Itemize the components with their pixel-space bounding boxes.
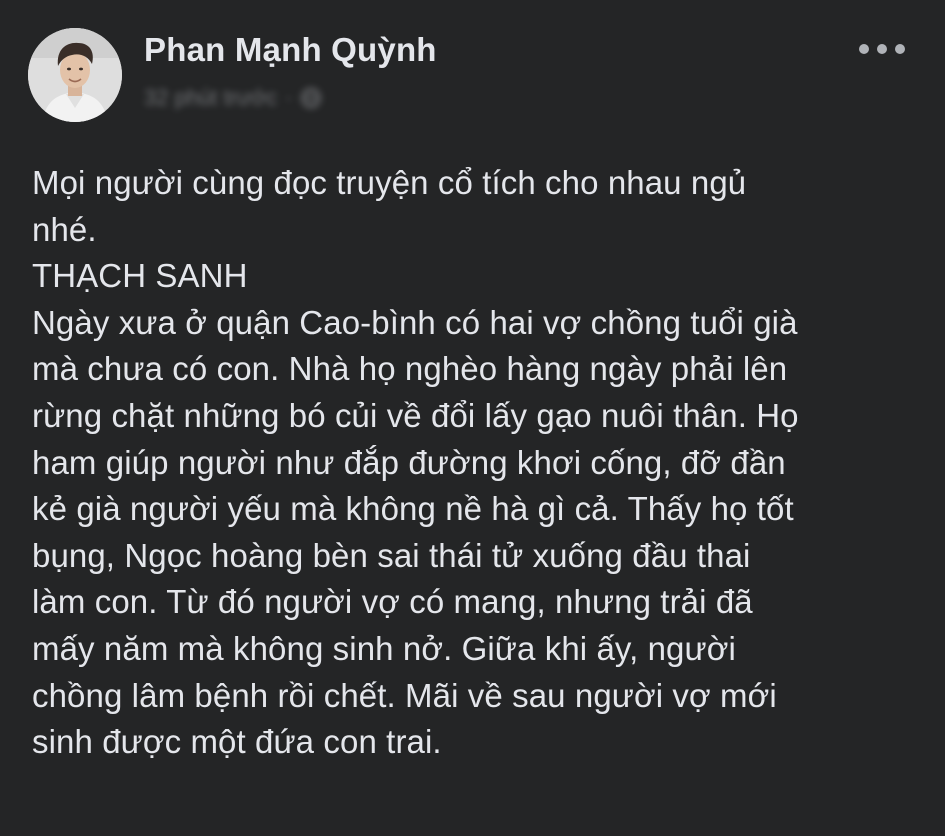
- avatar[interactable]: [28, 28, 122, 122]
- post-text-line: mà chưa có con. Nhà họ nghèo hàng ngày p…: [32, 350, 788, 388]
- post-text-line: chồng lâm bệnh rồi chết. Mãi về sau ngườ…: [32, 676, 777, 714]
- post-text-line: sinh được một đứa con trai.: [32, 723, 442, 761]
- more-dots-icon: [859, 44, 869, 54]
- more-dots-icon: [877, 44, 887, 54]
- post-text-line: mấy năm mà không sinh nở. Giữa khi ấy, n…: [32, 629, 736, 667]
- post-text-line: Mọi người cùng đọc truyện cổ tích cho nh…: [32, 164, 747, 201]
- post-text-line: THẠCH SANH: [32, 257, 248, 295]
- post-text-line: làm con. Từ đó người vợ có mang, nhưng t…: [32, 583, 753, 621]
- more-options-button[interactable]: [859, 36, 905, 62]
- post-subline: 32 phút trước ·: [144, 84, 437, 112]
- post-meta: Phan Mạnh Quỳnh 32 phút trước ·: [144, 28, 437, 112]
- avatar-photo: [28, 28, 122, 122]
- post-body: Mọi người cùng đọc truyện cổ tích cho nh…: [32, 160, 912, 766]
- post-timestamp[interactable]: 32 phút trước: [144, 85, 277, 111]
- post-text-line: rừng chặt những bó củi về đổi lấy gạo nu…: [32, 396, 799, 434]
- post-text-line: Ngày xưa ở quận Cao-bình có hai vợ chồng…: [32, 303, 798, 341]
- author-name[interactable]: Phan Mạnh Quỳnh: [144, 30, 437, 70]
- more-dots-icon: [895, 44, 905, 54]
- post-text-line: nhé.: [32, 210, 97, 248]
- facebook-post: Phan Mạnh Quỳnh 32 phút trước · Mọi ngườ…: [0, 0, 945, 836]
- globe-icon: [300, 87, 322, 109]
- post-header: Phan Mạnh Quỳnh 32 phút trước ·: [28, 28, 437, 124]
- post-text-line: bụng, Ngọc hoàng bèn sai thái tử xuống đ…: [32, 536, 751, 574]
- separator-dot: ·: [285, 85, 293, 110]
- post-text-line: kẻ già người yếu mà không nề hà gì cả. T…: [32, 490, 794, 528]
- post-text-line: ham giúp người như đắp đường khơi cống, …: [32, 443, 786, 481]
